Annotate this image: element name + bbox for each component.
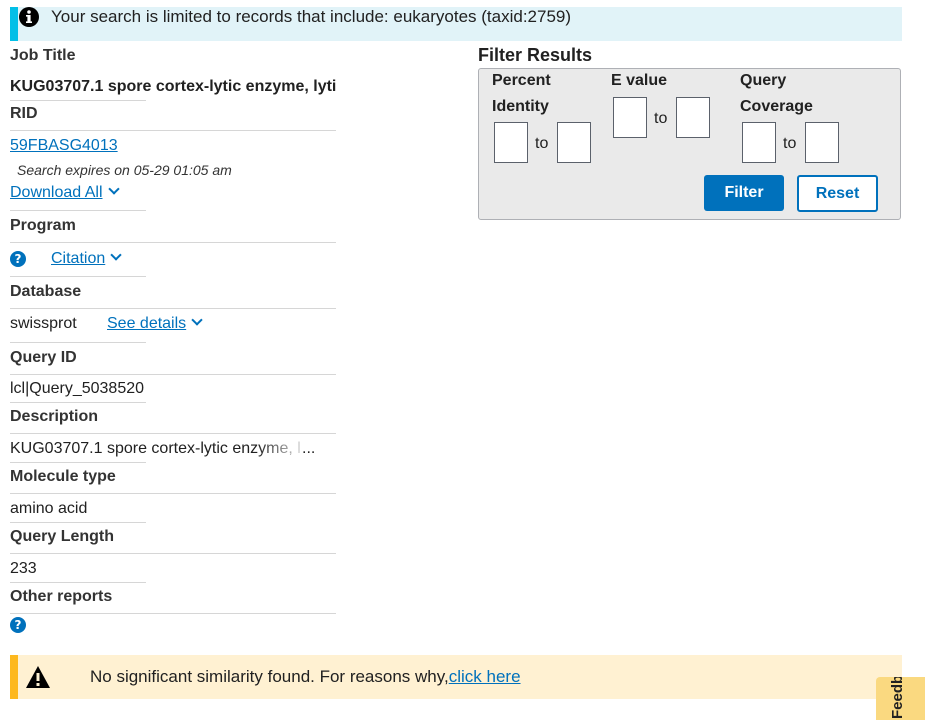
warning-icon	[26, 666, 50, 688]
chevron-down-icon	[107, 183, 120, 195]
to-label: to	[654, 110, 668, 127]
divider	[10, 276, 146, 277]
percent-identity-label-line2: Identity	[492, 98, 549, 115]
filter-button[interactable]: Filter	[704, 175, 784, 211]
feedback-label: Feedback	[889, 677, 906, 719]
citation-label: Citation	[51, 250, 106, 267]
description-ellipsis: ...	[302, 440, 316, 457]
info-banner-text: Your search is limited to records that i…	[51, 7, 572, 26]
warning-text: No significant similarity found. For rea…	[90, 667, 449, 686]
other-reports-label: Other reports	[10, 588, 113, 605]
divider	[10, 130, 336, 131]
search-expires-text: Search expires on 05-29 01:05 am	[17, 162, 232, 178]
to-label: to	[535, 135, 549, 152]
program-label: Program	[10, 217, 76, 234]
reset-button[interactable]: Reset	[797, 175, 878, 212]
divider	[10, 402, 146, 403]
download-all-label: Download All	[10, 184, 103, 201]
evalue-max-input[interactable]	[676, 97, 710, 138]
percent-identity-label-line1: Percent	[492, 72, 551, 89]
query-coverage-label-line2: Coverage	[740, 98, 813, 115]
job-title-value: KUG03707.1 spore cortex-lytic enzyme, ly…	[10, 78, 336, 95]
divider	[10, 522, 146, 523]
query-coverage-max-input[interactable]	[805, 122, 839, 163]
download-all-button[interactable]: Download All	[10, 183, 120, 203]
citation-button[interactable]: Citation	[51, 249, 122, 269]
divider	[10, 462, 146, 463]
query-coverage-min-input[interactable]	[742, 122, 776, 163]
evalue-min-input[interactable]	[613, 97, 647, 138]
description-label: Description	[10, 408, 99, 425]
query-length-label: Query Length	[10, 528, 115, 545]
divider	[10, 374, 336, 375]
chevron-down-icon	[191, 314, 203, 326]
molecule-type-label: Molecule type	[10, 468, 116, 485]
to-label: to	[783, 135, 797, 152]
divider	[10, 342, 146, 343]
divider	[10, 242, 336, 243]
info-icon	[19, 7, 39, 27]
chevron-down-icon	[110, 249, 122, 261]
description-value: KUG03707.1 spore cortex-lytic enzyme, ly…	[10, 440, 300, 457]
query-id-value: lcl|Query_5038520	[10, 380, 145, 397]
divider	[10, 582, 146, 583]
job-title-label: Job Title	[10, 47, 76, 64]
percent-identity-min-input[interactable]	[494, 122, 528, 163]
query-coverage-label-line1: Query	[740, 72, 787, 89]
warning-message: No significant similarity found. For rea…	[90, 667, 521, 687]
click-here-link[interactable]: click here	[449, 667, 521, 686]
see-details-button[interactable]: See details	[107, 314, 203, 334]
divider	[10, 210, 146, 211]
divider	[10, 553, 336, 554]
query-length-value: 233	[10, 560, 37, 577]
rid-link[interactable]: 59FBASG4013	[10, 137, 118, 154]
divider	[10, 493, 336, 494]
database-label: Database	[10, 283, 82, 300]
help-icon[interactable]: ?	[10, 251, 26, 267]
divider	[10, 613, 336, 614]
see-details-label: See details	[107, 315, 187, 332]
database-value: swissprot	[10, 315, 77, 332]
divider	[10, 308, 336, 309]
divider	[10, 433, 336, 434]
rid-label: RID	[10, 105, 38, 122]
feedback-tab[interactable]: Feedback	[876, 677, 925, 720]
evalue-label: E value	[611, 72, 668, 89]
molecule-type-value: amino acid	[10, 500, 88, 517]
help-icon[interactable]: ?	[10, 617, 26, 633]
divider	[10, 100, 146, 101]
filter-results-title: Filter Results	[478, 45, 593, 65]
query-id-label: Query ID	[10, 349, 77, 366]
percent-identity-max-input[interactable]	[557, 122, 591, 163]
